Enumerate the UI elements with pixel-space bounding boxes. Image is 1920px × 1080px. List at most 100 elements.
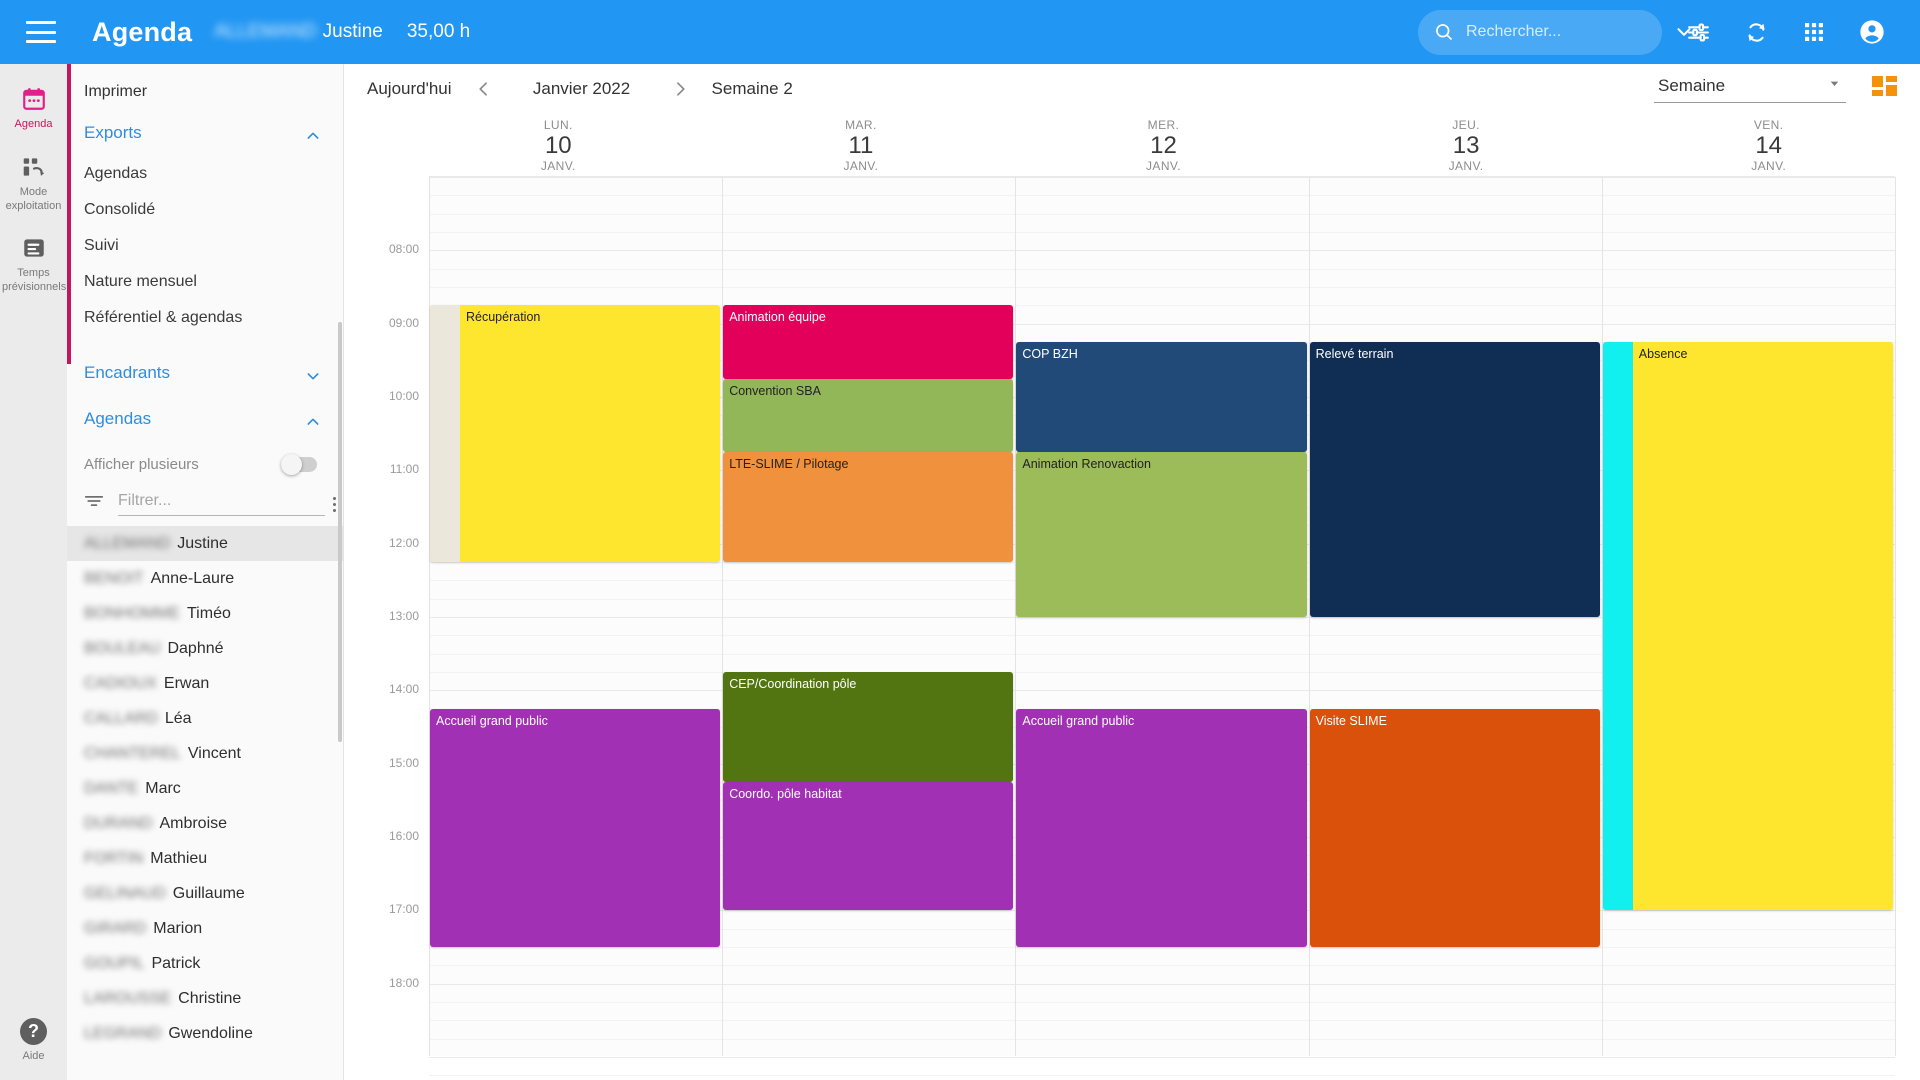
sidebar-group-agendas[interactable]: Agendas <box>67 396 343 442</box>
sidebar-item-exports-agendas[interactable]: Agendas <box>67 156 343 192</box>
sidebar-group-exports[interactable]: Exports <box>67 110 343 156</box>
filter-input[interactable] <box>118 492 325 516</box>
rail-item-label: Agenda <box>14 118 53 130</box>
calendar-grid[interactable]: Récupération Accueil grand public Animatio… <box>429 176 1896 1077</box>
day-dow: VEN. <box>1753 118 1784 132</box>
list-item[interactable]: DURAND Ambroise <box>67 806 343 841</box>
sync-icon[interactable] <box>1734 10 1778 54</box>
sidebar-item-exports-nature-mensuel[interactable]: Nature mensuel <box>67 264 343 300</box>
grid-quarter-line <box>429 195 1895 197</box>
person-lastname-redacted: DURAND <box>84 814 153 832</box>
calendar-event[interactable]: Récupération <box>430 305 721 562</box>
list-item[interactable]: GIRARD Marion <box>67 911 343 946</box>
grid-quarter-line <box>429 232 1895 233</box>
event-title: Accueil grand public <box>1022 713 1135 728</box>
rail-item-mode-exploitation[interactable]: Mode exploitation <box>0 144 67 226</box>
day-month: JANV. <box>540 159 576 173</box>
day-month: JANV. <box>1448 159 1484 173</box>
list-item[interactable]: FORTIN Mathieu <box>67 841 343 876</box>
person-firstname: Vincent <box>187 744 241 762</box>
today-button[interactable]: Aujourd'hui <box>367 79 452 99</box>
apps-grid-icon[interactable] <box>1792 10 1836 54</box>
calendar-event[interactable]: Accueil grand public <box>430 708 721 947</box>
list-item[interactable]: ALLEMAND Justine <box>67 526 343 561</box>
list-item[interactable]: BOULEAU Daphné <box>67 631 343 666</box>
tune-icon[interactable] <box>1676 10 1720 54</box>
person-lastname-redacted: FORTIN <box>84 849 144 867</box>
search-input[interactable] <box>1466 23 1673 41</box>
event-title: Absence <box>1638 347 1688 361</box>
list-item[interactable]: BENOIT Anne-Laure <box>67 561 343 596</box>
sidebar-item-imprimer[interactable]: Imprimer <box>67 74 343 110</box>
calendar-grid-wrapper: 08:00 09:00 10:00 11:00 12:00 13:00 14:00 15:00… <box>367 176 1896 1077</box>
list-item[interactable]: GOUPIL Patrick <box>67 946 343 981</box>
sidebar-item-exports-consolide[interactable]: Consolidé <box>67 192 343 228</box>
person-firstname: Guillaume <box>172 884 245 902</box>
view-mode-select[interactable]: Semaine <box>1654 76 1846 103</box>
list-item[interactable]: GELINAUD Guillaume <box>67 876 343 911</box>
calendar-event[interactable]: Visite SLIME <box>1309 708 1600 947</box>
sidebar-scrollbar[interactable] <box>338 322 342 742</box>
grid-quarter-line <box>429 1002 1895 1003</box>
calendar-event[interactable]: Accueil grand public <box>1016 708 1307 947</box>
list-item[interactable]: CALLARD Léa <box>67 701 343 736</box>
event-title: LTE-SLIME / Pilotage <box>729 457 849 471</box>
calendar-icon <box>2 86 65 112</box>
help-label: Aide <box>22 1050 45 1062</box>
filter-icon <box>84 493 104 509</box>
time-label: 17:00 <box>388 902 419 917</box>
person-lastname-redacted: GIRARD <box>84 919 147 937</box>
person-lastname-redacted: CADIOUX <box>84 674 157 692</box>
list-item[interactable]: BONHOMME Timéo <box>67 596 343 631</box>
list-item[interactable]: CHANTEREL Vincent <box>67 736 343 771</box>
day-number: 14 <box>1755 132 1783 159</box>
day-header-ven: VEN. 14 JANV. <box>1617 114 1920 176</box>
prev-period-button[interactable] <box>466 71 502 107</box>
sidebar-group-label: Exports <box>84 123 142 142</box>
calendar-event[interactable]: LTE-SLIME / Pilotage <box>723 452 1014 562</box>
sidebar-item-label: Consolidé <box>84 201 156 218</box>
calendar-event[interactable]: Absence <box>1602 342 1893 911</box>
show-multiple-toggle[interactable] <box>281 453 317 475</box>
calendar-event[interactable]: Animation Renovaction <box>1016 452 1307 617</box>
event-title: Relevé terrain <box>1315 347 1394 361</box>
calendar-event[interactable]: Animation équipe <box>723 305 1014 379</box>
grid-hour-line <box>429 177 1895 178</box>
user-lastname-redacted: ALLEMAND <box>214 21 317 42</box>
calendar-event[interactable]: Coordo. pôle habitat <box>723 782 1014 911</box>
list-item[interactable]: LEGRAND Gwendoline <box>67 1016 343 1051</box>
list-item[interactable]: LAROUSSE Christine <box>67 981 343 1016</box>
list-item[interactable]: CADIOUX Erwan <box>67 666 343 701</box>
next-period-button[interactable] <box>662 71 698 107</box>
hamburger-icon[interactable] <box>26 21 56 43</box>
more-options-icon[interactable] <box>333 497 336 512</box>
account-circle-icon[interactable] <box>1850 10 1894 54</box>
dashboard-icon[interactable] <box>1872 76 1898 102</box>
show-multiple-row: Afficher plusieurs <box>67 442 343 486</box>
calendar-event[interactable]: Relevé terrain <box>1309 342 1600 617</box>
person-firstname: Erwan <box>163 674 210 692</box>
sidebar-active-indicator <box>67 64 71 364</box>
exploitation-icon <box>2 154 65 180</box>
calendar-toolbar-right: Semaine <box>1654 76 1898 103</box>
toggle-knob <box>281 453 302 475</box>
day-header-lun: LUN. 10 JANV. <box>407 114 710 176</box>
time-label: 14:00 <box>388 682 419 697</box>
rail-item-temps-previsionnels[interactable]: Temps prévisionnels <box>0 225 67 307</box>
sidebar-group-encadrants[interactable]: Encadrants <box>67 350 343 396</box>
sidebar-item-exports-suivi[interactable]: Suivi <box>67 228 343 264</box>
person-lastname-redacted: CALLARD <box>84 709 158 727</box>
grid-quarter-line <box>429 965 1895 967</box>
calendar-event[interactable]: CEP/Coordination pôle <box>723 672 1014 782</box>
event-title: Coordo. pôle habitat <box>729 787 842 801</box>
search-box[interactable] <box>1418 9 1691 55</box>
calendar-event[interactable]: Convention SBA <box>723 378 1014 452</box>
rail-item-label: Mode exploitation <box>5 185 62 212</box>
calendar-event[interactable]: COP BZH <box>1016 342 1307 452</box>
sidebar-item-exports-referentiel-agendas[interactable]: Référentiel & agendas <box>67 300 343 336</box>
chevron-down-icon <box>305 368 321 380</box>
person-firstname: Anne-Laure <box>150 569 235 587</box>
list-item[interactable]: DANTE Marc <box>67 771 343 806</box>
rail-item-agenda[interactable]: Agenda <box>0 76 67 144</box>
help-button[interactable]: ? Aide <box>0 1018 67 1062</box>
